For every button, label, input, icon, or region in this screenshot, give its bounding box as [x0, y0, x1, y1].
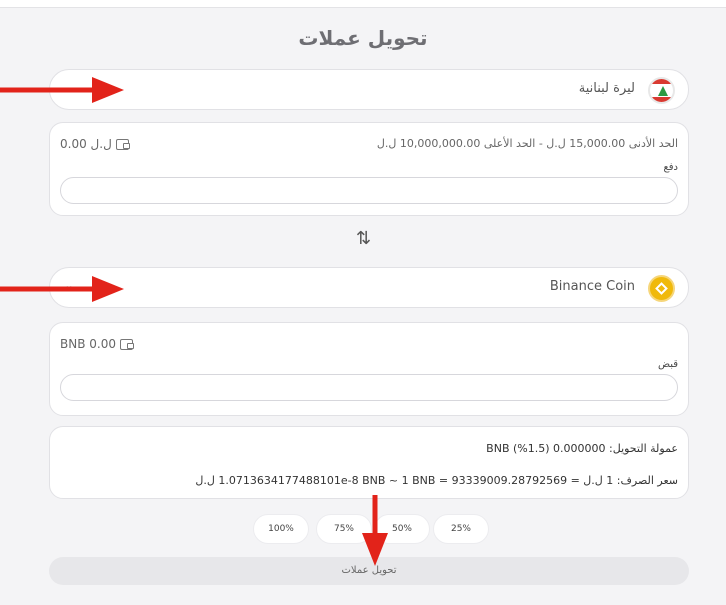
wallet-icon — [119, 338, 134, 350]
percent-25-button[interactable]: 25% — [433, 514, 489, 544]
from-balance-value: 0.00 ل.ل — [60, 137, 112, 151]
annotation-arrow-icon — [0, 276, 124, 302]
annotation-arrow-icon — [0, 77, 124, 103]
from-limits: الحد الأدنى 15,000.00 ل.ل - الحد الأعلى … — [376, 137, 678, 150]
from-amount-panel: 0.00 ل.ل الحد الأدنى 15,000.00 ل.ل - الح… — [49, 122, 689, 216]
binance-coin-icon — [648, 275, 675, 302]
from-currency-label: ليرة لبنانية — [578, 81, 635, 96]
to-amount-panel: BNB 0.00 قبض — [49, 322, 689, 416]
pay-amount-input[interactable] — [60, 177, 678, 204]
from-currency-selector[interactable]: ⌄ ليرة لبنانية — [49, 69, 689, 110]
to-balance: BNB 0.00 — [60, 337, 134, 351]
to-currency-label: Binance Coin — [549, 279, 635, 294]
percent-100-button[interactable]: 100% — [253, 514, 309, 544]
annotation-arrow-icon — [362, 495, 388, 566]
pay-label: دفع — [663, 162, 678, 173]
swap-arrows-icon[interactable]: ⇅ — [356, 228, 371, 249]
receive-amount-input[interactable] — [60, 374, 678, 401]
receive-label: قبض — [657, 359, 678, 370]
exchange-rate-text: سعر الصرف: 1 ل.ل = 1.0713634177488101e-8… — [195, 474, 678, 487]
to-balance-value: BNB 0.00 — [60, 337, 116, 351]
wallet-icon — [115, 138, 130, 150]
fee-text: عمولة التحويل: 0.000000 BNB (%1.5) — [486, 442, 678, 455]
top-bar — [0, 0, 726, 8]
to-currency-selector[interactable]: ⌄ Binance Coin — [49, 267, 689, 308]
page-title: تحويل عملات — [298, 26, 428, 50]
conversion-info-panel: عمولة التحويل: 0.000000 BNB (%1.5) سعر ا… — [49, 426, 689, 499]
from-balance: 0.00 ل.ل — [60, 137, 130, 151]
lebanon-flag-icon — [648, 77, 675, 104]
